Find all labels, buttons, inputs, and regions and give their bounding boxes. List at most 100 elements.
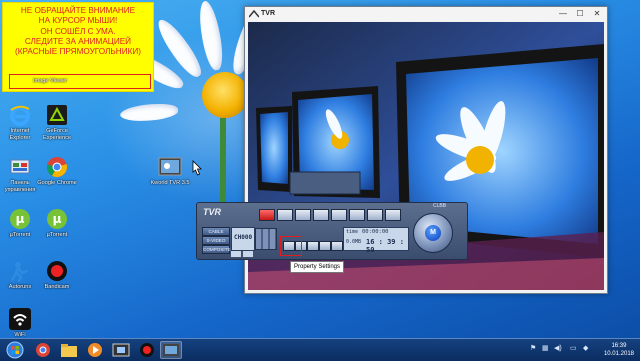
clock-time-display: 16 : 39 : 50 [366, 238, 404, 254]
minimize-button[interactable]: — [555, 8, 571, 19]
snapshot-button[interactable] [367, 209, 383, 221]
source-composite-button[interactable]: COMPOSITE [202, 245, 231, 254]
timeshift-button[interactable] [385, 209, 401, 221]
taskbar-bandicam[interactable] [136, 341, 158, 359]
chrome-icon [36, 343, 50, 357]
channel-down-button[interactable] [243, 251, 253, 257]
tray-volume-icon[interactable]: ◀) [554, 344, 562, 352]
clock-date: 10.01.2018 [603, 351, 634, 357]
annotation-line: ОН СОШЁЛ С УМА. [40, 26, 116, 36]
internet-explorer-icon [9, 104, 31, 126]
elapsed-time: 00:00:00 [362, 229, 389, 235]
annotation-line: НА КУРСОР МЫШИ! [38, 16, 118, 26]
tooltip-property-settings: Property Settings [290, 261, 345, 273]
utorrent-icon: µ [46, 208, 68, 230]
tvr-panel-logo: TVR [203, 207, 221, 217]
taskbar-media-player[interactable] [84, 341, 106, 359]
desktop-icon-autoruns[interactable]: Autoruns [0, 260, 40, 291]
window-title: TVR [261, 10, 275, 17]
annotation-line: СЛЕДИТЕ ЗА АНИМАЦИЕЙ [24, 36, 132, 46]
desktop-icon-geforce[interactable]: GeForce Experience [37, 104, 77, 141]
start-button[interactable] [4, 341, 26, 359]
close-button[interactable]: ✕ [589, 8, 605, 19]
desktop-icon-label: Autoruns [8, 284, 32, 290]
desktop-icon-internet-explorer[interactable]: Internet Explorer [0, 104, 40, 141]
file-size: 0.0MB [346, 239, 362, 245]
source-cable-button[interactable]: CABLE [202, 227, 230, 236]
film-icon [112, 343, 130, 357]
channel-keypad[interactable] [255, 228, 277, 250]
taskbar-explorer[interactable] [58, 341, 80, 359]
time-display: time 00:00:00 0.0MB 16 : 39 : 50 [343, 227, 409, 254]
desktop-icon-label: GeForce Experience [43, 128, 71, 141]
taskbar-tvr[interactable] [160, 341, 182, 359]
desktop-icon-label: µTorrent [9, 232, 31, 238]
tvr-control-panel[interactable]: TVR CLBB CABLE S-VIDEO COMPOSITE CH000 t… [196, 202, 468, 260]
rewind-button[interactable] [331, 209, 347, 221]
wifi-icon [9, 308, 31, 330]
time-label: time [346, 229, 359, 235]
highlight-red-rectangle [280, 236, 302, 256]
menu-button[interactable]: M [425, 225, 441, 241]
desktop-icon-label: Панель управления [4, 180, 36, 193]
clock-time: 16:39 [611, 343, 627, 349]
desktop-icon-label: Bandicam [44, 284, 70, 290]
desktop-icon-bandicam[interactable]: Bandicam [37, 260, 77, 291]
play-button[interactable] [277, 209, 293, 221]
bandicam-icon [140, 343, 154, 357]
svg-text:µ: µ [16, 212, 25, 226]
desktop-icon-utorrent-1[interactable]: µ µTorrent [0, 208, 40, 239]
tray-network-icon[interactable]: ▦ [542, 344, 549, 352]
media-player-icon [88, 343, 102, 357]
channel-up-button[interactable] [231, 251, 241, 257]
desktop-icon-tvr[interactable]: Kworld TVR 3.5 [150, 156, 190, 187]
annotation-line: НЕ ОБРАЩАЙТЕ ВНИМАНИЕ [20, 6, 136, 15]
tray-power-icon[interactable]: ▭ [570, 344, 577, 352]
channel-number: CH000 [234, 234, 253, 241]
taskbar-video-editor[interactable] [110, 341, 132, 359]
control-panel-icon [9, 156, 31, 178]
tvr-logo-icon [249, 10, 259, 18]
svg-text:µ: µ [53, 212, 62, 226]
taskbar-chrome[interactable] [32, 341, 54, 359]
desktop-icon-chrome[interactable]: Google Chrome [37, 156, 77, 187]
tray-language-icon[interactable]: ◆ [583, 344, 588, 352]
function-button[interactable] [319, 241, 331, 251]
record-button[interactable] [259, 209, 275, 221]
volume-knob[interactable]: M [413, 213, 453, 253]
desktop-icon-control-panel[interactable]: Панель управления [0, 156, 40, 193]
forward-button[interactable] [349, 209, 365, 221]
pause-button[interactable] [295, 209, 311, 221]
autoruns-icon [9, 260, 31, 283]
function-button[interactable] [307, 241, 319, 251]
function-button[interactable] [331, 241, 343, 251]
desktop-icon-label: Kworld TVR 3.5 [150, 180, 190, 186]
tvr-app-icon [158, 156, 182, 178]
desktop-icon-label: Google Chrome [37, 180, 77, 186]
taskbar[interactable]: ⚑ ▦ ◀) ▭ ◆ 16:39 10.01.2018 [0, 338, 640, 361]
stop-button[interactable] [313, 209, 329, 221]
desktop-icon-wifi[interactable]: WiFi [0, 308, 40, 339]
desktop-icon-image-viewer[interactable]: Image Viewer [30, 78, 70, 85]
tvr-app-icon [163, 344, 179, 356]
taskbar-clock[interactable]: 16:39 10.01.2018 [604, 342, 634, 358]
annotation-note: НЕ ОБРАЩАЙТЕ ВНИМАНИЕ НА КУРСОР МЫШИ! ОН… [2, 2, 154, 92]
desktop-icon-utorrent-2[interactable]: µ µTorrent [37, 208, 77, 239]
annotation-line: (КРАСНЫЕ ПРЯМОУГОЛЬНИКИ) [15, 47, 141, 57]
mouse-pointer-icon [192, 160, 202, 176]
window-titlebar[interactable]: TVR — ☐ ✕ [245, 7, 607, 21]
brand-label: CLBB [433, 203, 447, 209]
desktop-icon-label: Internet Explorer [9, 128, 31, 141]
utorrent-icon: µ [9, 208, 31, 230]
channel-display: CH000 [231, 227, 255, 251]
desktop-icon-label: Image Viewer [32, 78, 68, 84]
chrome-icon [46, 156, 68, 178]
folder-icon [61, 344, 77, 357]
desktop-icon-label: µTorrent [46, 232, 68, 238]
bandicam-icon [46, 260, 68, 282]
geforce-icon [46, 104, 68, 126]
start-icon [6, 341, 24, 359]
maximize-button[interactable]: ☐ [572, 8, 588, 19]
source-svideo-button[interactable]: S-VIDEO [202, 236, 230, 245]
tray-flag-icon[interactable]: ⚑ [530, 344, 536, 352]
